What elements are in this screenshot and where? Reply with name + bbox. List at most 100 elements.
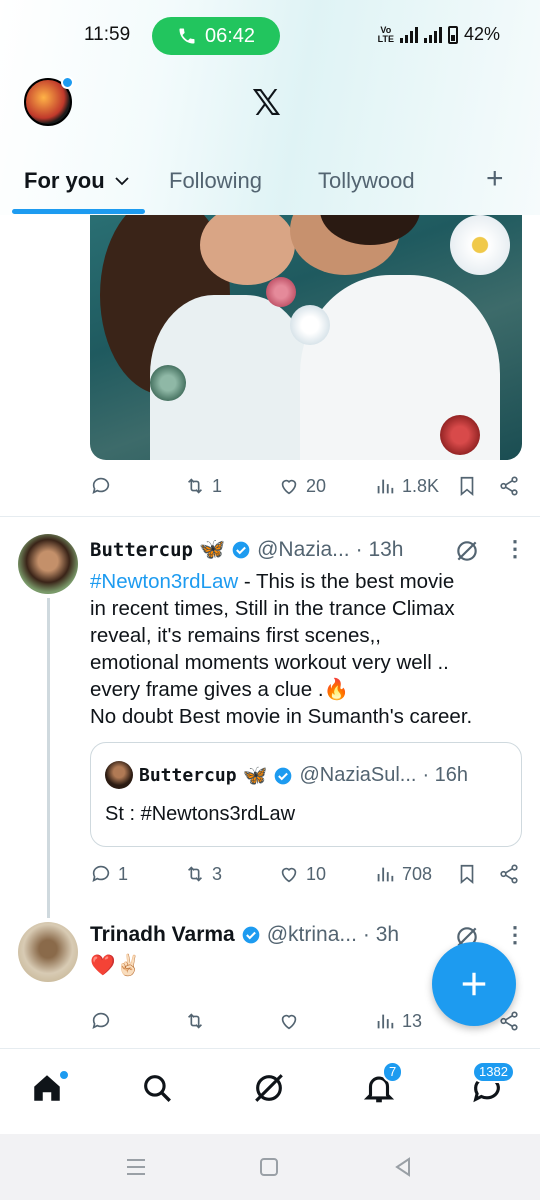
author-handle[interactable]: @ktrina... <box>267 923 357 947</box>
quoted-time: · 16h <box>422 764 469 786</box>
nav-home[interactable] <box>30 1069 70 1111</box>
recent-apps-icon[interactable] <box>124 1156 148 1178</box>
tab-following[interactable]: Following <box>169 168 262 194</box>
x-logo: 𝕏 <box>252 83 282 124</box>
share-icon <box>500 476 518 496</box>
battery-percent: 42% <box>463 24 500 44</box>
post2-header: Buttercup 🦋 @Nazia... · 13h <box>90 538 404 562</box>
notification-dot <box>61 76 74 89</box>
buttercup-avatar[interactable] <box>18 534 78 594</box>
repost-count: 3 <box>212 863 223 884</box>
nav-notifications[interactable]: 7 <box>362 1061 404 1111</box>
views-button[interactable]: 1.8K <box>374 475 439 497</box>
post2-actions: 1 3 10 708 <box>90 863 522 893</box>
verified-icon <box>232 541 250 559</box>
quoted-post[interactable]: Buttercup 🦋 @NaziaSul... · 16h St : #New… <box>90 742 522 847</box>
author-name[interactable]: Buttercup <box>90 539 193 561</box>
grok-icon[interactable] <box>454 538 480 564</box>
post-image[interactable] <box>90 215 522 460</box>
nav-grok[interactable] <box>252 1071 292 1111</box>
bookmark-button[interactable] <box>456 475 478 497</box>
post-time: · 3h <box>362 923 400 946</box>
quoted-handle: @NaziaSul... <box>299 764 417 786</box>
author-handle[interactable]: @Nazia... <box>257 538 350 562</box>
repost-icon <box>187 478 203 494</box>
text-line: No doubt Best movie in Sumanth's career. <box>90 705 473 728</box>
hashtag-link[interactable]: #Newton3rdLaw <box>90 570 238 593</box>
poster-flower <box>266 277 296 307</box>
thread-line <box>47 598 50 918</box>
verified-icon <box>242 926 260 944</box>
nav-search[interactable] <box>140 1071 180 1111</box>
tab-for-you[interactable]: For you <box>24 168 131 194</box>
text-line: every frame gives a clue .🔥 <box>90 678 350 701</box>
text-line: - This is the best movie <box>238 570 455 593</box>
ongoing-call-pill[interactable]: 06:42 <box>152 17 280 55</box>
text-line: in recent times, Still in the trance Cli… <box>90 597 455 620</box>
compose-post-button[interactable] <box>432 942 516 1026</box>
post3-header: Trinadh Varma @ktrina... · 3h <box>90 923 399 947</box>
views-icon <box>377 1014 394 1029</box>
heart-icon <box>281 479 297 495</box>
views-button[interactable]: 13 <box>374 1010 422 1032</box>
status-bar: 11:59 06:42 Vo LTE 42% <box>0 0 540 70</box>
poster-leaf <box>150 365 186 401</box>
author-name[interactable]: Trinadh Varma <box>90 923 235 947</box>
views-icon <box>377 479 394 494</box>
like-button[interactable]: 10 <box>278 863 326 885</box>
like-button[interactable] <box>278 1010 300 1032</box>
home-dot <box>58 1069 70 1081</box>
grok-icon <box>255 1074 283 1102</box>
reply-count: 1 <box>118 863 129 884</box>
signal-icon-1 <box>399 26 418 43</box>
share-button[interactable] <box>498 863 520 885</box>
views-icon <box>377 867 394 882</box>
quoted-header: Buttercup 🦋 @NaziaSul... · 16h <box>139 763 468 788</box>
poster-flower <box>450 215 510 275</box>
reply-icon <box>92 865 110 882</box>
status-time: 11:59 <box>84 24 131 45</box>
tab-tollywood[interactable]: Tollywood <box>318 168 415 194</box>
post-divider <box>0 516 540 517</box>
post3-text: ❤️✌🏻 <box>90 954 142 977</box>
share-button[interactable] <box>498 475 520 497</box>
add-tab-button[interactable]: + <box>486 162 504 196</box>
quoted-author-name: Buttercup <box>139 765 237 786</box>
heart-icon <box>281 1014 297 1030</box>
search-icon <box>144 1075 171 1102</box>
repost-button[interactable] <box>184 1010 206 1032</box>
repost-button[interactable]: 1 <box>184 475 222 497</box>
quoted-text: St : #Newtons3rdLaw <box>105 803 296 825</box>
views-count: 13 <box>402 1010 423 1031</box>
timeline-tabs: For you Following Tollywood + <box>0 160 540 215</box>
post1-actions: 1 20 1.8K <box>90 475 522 505</box>
more-options-icon[interactable]: ⋮ <box>504 536 526 562</box>
repost-icon <box>187 1013 203 1029</box>
views-count: 1.8K <box>402 475 440 496</box>
more-options-icon[interactable]: ⋮ <box>504 922 526 948</box>
share-icon <box>500 864 518 884</box>
like-button[interactable]: 20 <box>278 475 326 497</box>
back-icon[interactable] <box>392 1156 414 1178</box>
top-header: 11:59 06:42 Vo LTE 42% 𝕏 For you Followin… <box>0 0 540 215</box>
profile-avatar[interactable] <box>24 76 74 126</box>
bookmark-icon <box>460 476 474 497</box>
repost-icon <box>187 866 203 882</box>
tab-for-you-label: For you <box>24 168 105 193</box>
post-time: · 13h <box>355 538 404 561</box>
bottom-navigation: 7 1382 <box>0 1048 540 1134</box>
reply-icon <box>92 1012 110 1029</box>
nav-messages[interactable]: 1382 <box>470 1061 515 1111</box>
home-system-icon[interactable] <box>258 1156 280 1178</box>
repost-button[interactable]: 3 <box>184 863 222 885</box>
bookmark-button[interactable] <box>456 863 478 885</box>
volte-icon: Vo LTE <box>377 24 394 44</box>
views-button[interactable]: 708 <box>374 863 432 885</box>
trinadh-avatar[interactable] <box>18 922 78 982</box>
plus-icon <box>462 972 486 996</box>
butterfly-emoji: 🦋 <box>198 538 226 561</box>
reply-button[interactable] <box>90 1010 112 1032</box>
like-count: 20 <box>306 475 327 496</box>
reply-button[interactable]: 1 <box>90 863 128 885</box>
reply-button[interactable] <box>90 475 118 497</box>
